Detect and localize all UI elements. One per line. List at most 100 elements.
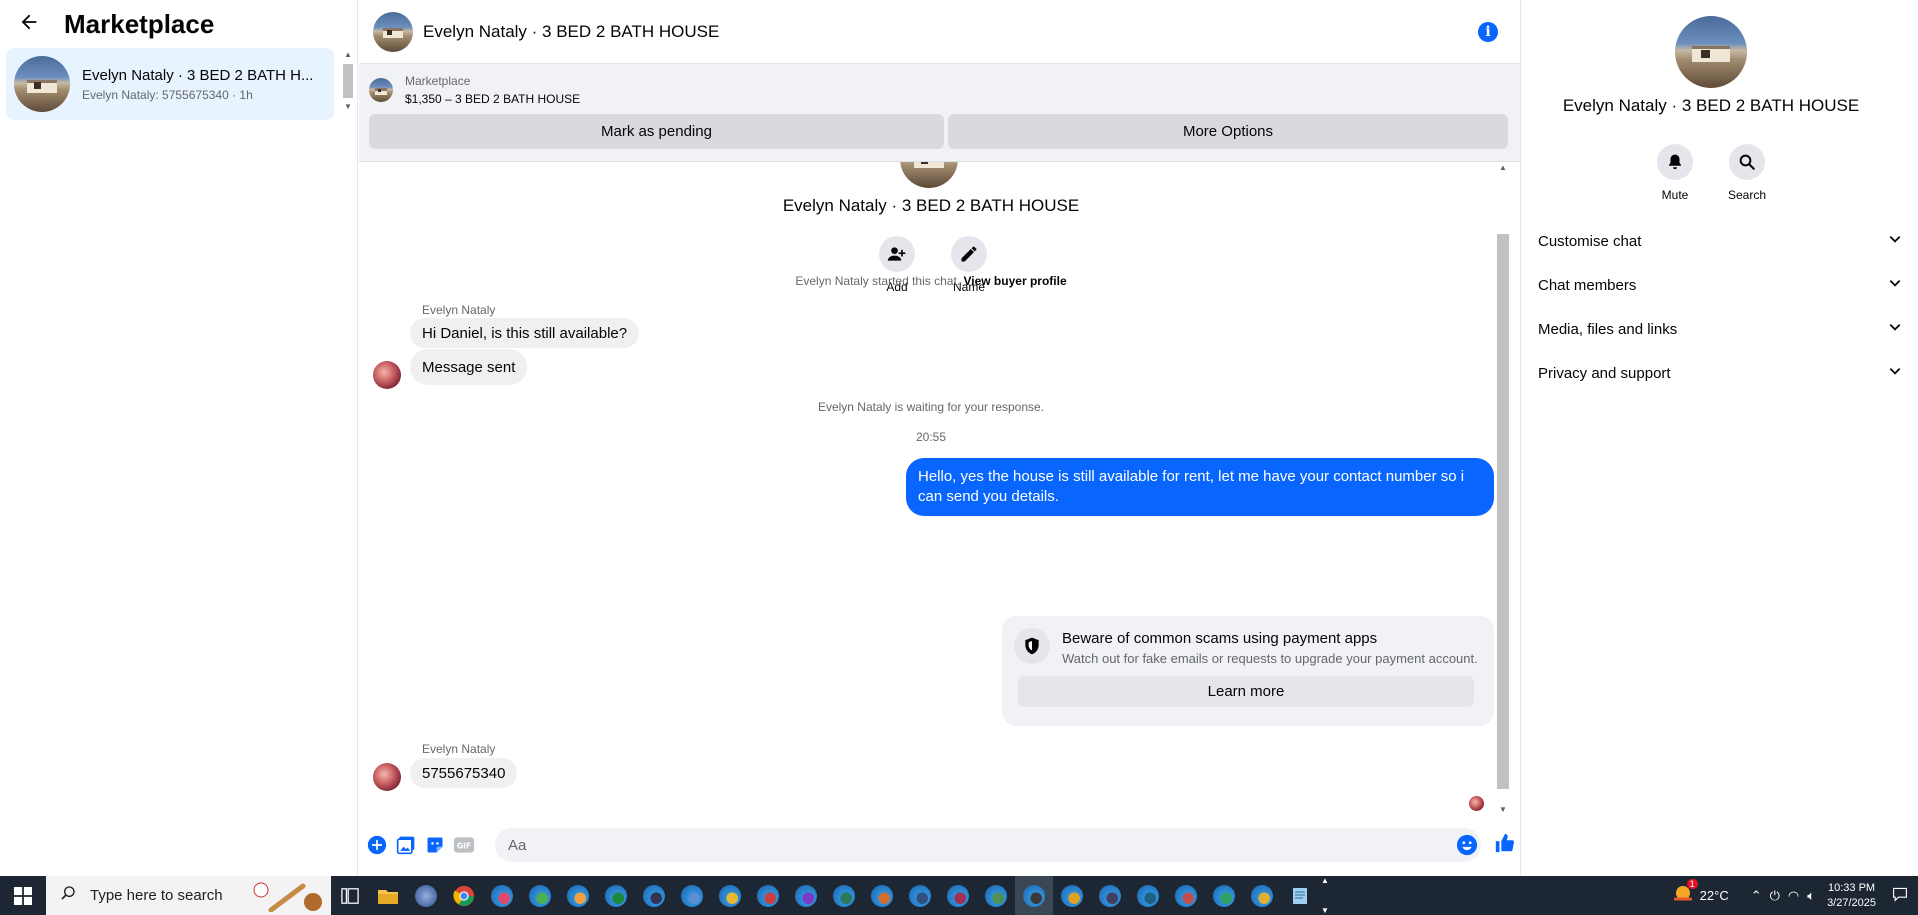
power-icon[interactable]: ⏻ bbox=[1770, 888, 1780, 904]
scroll-up-icon[interactable]: ▲ bbox=[342, 50, 354, 60]
edge-profile-icon[interactable] bbox=[635, 876, 673, 915]
edge-profile-icon[interactable] bbox=[825, 876, 863, 915]
sender-avatar[interactable] bbox=[373, 361, 401, 389]
edge-profile-icon[interactable] bbox=[863, 876, 901, 915]
notifications-icon[interactable] bbox=[1892, 886, 1908, 905]
taskbar-overflow-scroll[interactable]: ▲ ▼ bbox=[1319, 876, 1331, 915]
task-view-icon[interactable] bbox=[331, 876, 369, 915]
listing-bar: Marketplace $1,350 – 3 BED 2 BATH HOUSE … bbox=[359, 64, 1520, 162]
edge-profile-icon[interactable] bbox=[521, 876, 559, 915]
weather-icon[interactable]: 1 bbox=[1672, 879, 1698, 908]
edge-profile-icon[interactable] bbox=[483, 876, 521, 915]
sidebar-scrollbar[interactable]: ▲ ▼ bbox=[342, 50, 354, 118]
edge-profile-icon[interactable] bbox=[977, 876, 1015, 915]
sender-name: Evelyn Nataly bbox=[422, 742, 496, 756]
scroll-thumb[interactable] bbox=[1497, 234, 1509, 789]
back-arrow-icon[interactable] bbox=[18, 11, 44, 37]
incoming-message[interactable]: Hi Daniel, is this still available? bbox=[410, 318, 640, 348]
listing-thumbnail[interactable] bbox=[369, 78, 393, 102]
section-label: Chat members bbox=[1538, 276, 1637, 294]
baseball-bat-icon bbox=[251, 880, 325, 915]
intro-name: Evelyn Nataly · 3 BED 2 BATH HOUSE bbox=[782, 196, 1080, 215]
scroll-down-icon[interactable]: ▼ bbox=[1321, 906, 1329, 915]
info-avatar[interactable] bbox=[1675, 16, 1747, 88]
scroll-up-icon[interactable]: ▲ bbox=[1496, 162, 1510, 174]
bell-icon[interactable] bbox=[1657, 144, 1693, 180]
scroll-down-icon[interactable]: ▼ bbox=[342, 102, 354, 112]
conversation-list: Evelyn Nataly · 3 BED 2 BATH H... Evelyn… bbox=[0, 48, 358, 120]
sidebar-title: Marketplace bbox=[64, 8, 215, 39]
edge-profile-icon[interactable] bbox=[1091, 876, 1129, 915]
scam-description: Watch out for fake emails or requests to… bbox=[1062, 651, 1478, 666]
taskbar-search-box[interactable]: Type here to search bbox=[46, 876, 331, 915]
incoming-message[interactable]: Message sent bbox=[410, 349, 528, 385]
shield-icon bbox=[1014, 628, 1050, 664]
sticker-icon[interactable] bbox=[424, 834, 446, 856]
mute-action[interactable]: Mute bbox=[1656, 144, 1694, 202]
conversation-item[interactable]: Evelyn Nataly · 3 BED 2 BATH H... Evelyn… bbox=[6, 48, 334, 120]
edge-profile-icon[interactable] bbox=[1053, 876, 1091, 915]
scroll-down-icon[interactable]: ▼ bbox=[1496, 804, 1510, 816]
sender-avatar[interactable] bbox=[373, 763, 401, 791]
file-explorer-icon[interactable] bbox=[369, 876, 407, 915]
section-media-files-links[interactable]: Media, files and links bbox=[1538, 311, 1902, 347]
view-buyer-profile-link[interactable]: View buyer profile bbox=[963, 274, 1066, 288]
scroll-thumb[interactable] bbox=[343, 64, 353, 98]
mark-as-pending-button[interactable]: Mark as pending bbox=[369, 114, 944, 149]
section-privacy-support[interactable]: Privacy and support bbox=[1538, 355, 1902, 391]
message-input[interactable] bbox=[495, 828, 1481, 862]
chat-started-notice: Evelyn Nataly started this chat. View bu… bbox=[359, 274, 1503, 288]
search-action[interactable]: Search bbox=[1728, 144, 1766, 202]
plus-circle-icon[interactable] bbox=[366, 834, 388, 856]
edge-profile-icon[interactable] bbox=[901, 876, 939, 915]
learn-more-button[interactable]: Learn more bbox=[1018, 676, 1474, 707]
search-icon[interactable] bbox=[1729, 144, 1765, 180]
system-tray: 1 22°C ⌃ ⏻ ◠ 🔈︎ 10:33 PM 3/27/2025 bbox=[1666, 876, 1918, 915]
windows-start-icon[interactable] bbox=[0, 876, 46, 915]
edge-profile-icon[interactable] bbox=[787, 876, 825, 915]
listing-source: Marketplace bbox=[405, 74, 471, 88]
edge-profile-icon[interactable] bbox=[597, 876, 635, 915]
chat-scrollbar[interactable]: ▲ ▼ bbox=[1496, 162, 1510, 816]
edge-profile-icon[interactable] bbox=[1129, 876, 1167, 915]
thumbs-up-icon[interactable] bbox=[1494, 832, 1516, 854]
scroll-up-icon[interactable]: ▲ bbox=[1321, 876, 1329, 885]
more-options-button[interactable]: More Options bbox=[948, 114, 1508, 149]
wifi-icon[interactable]: ◠ bbox=[1788, 888, 1799, 904]
edge-profile-icon[interactable] bbox=[559, 876, 597, 915]
conversation-preview: Evelyn Nataly: 5755675340 · 1h bbox=[82, 87, 253, 102]
edge-profile-icon[interactable] bbox=[1205, 876, 1243, 915]
photo-icon[interactable] bbox=[395, 834, 417, 856]
edge-profile-icon[interactable] bbox=[1243, 876, 1281, 915]
info-icon[interactable]: i bbox=[1478, 22, 1498, 42]
add-person-icon[interactable] bbox=[879, 236, 915, 272]
edge-profile-icon[interactable] bbox=[673, 876, 711, 915]
chat-header-avatar[interactable] bbox=[373, 11, 413, 52]
edge-profile-icon[interactable] bbox=[711, 876, 749, 915]
scam-warning-card: Beware of common scams using payment app… bbox=[1002, 616, 1494, 726]
edge-profile-icon[interactable] bbox=[939, 876, 977, 915]
chat-header-title[interactable]: Evelyn Nataly · 3 BED 2 BATH HOUSE bbox=[423, 22, 719, 42]
message-composer: GIF bbox=[359, 822, 1521, 868]
listing-summary[interactable]: $1,350 – 3 BED 2 BATH HOUSE bbox=[405, 92, 580, 106]
app-icon[interactable] bbox=[407, 876, 445, 915]
section-customise-chat[interactable]: Customise chat bbox=[1538, 223, 1902, 259]
edge-profile-icon-active[interactable] bbox=[1015, 876, 1053, 915]
volume-icon[interactable]: 🔈︎ bbox=[1807, 888, 1815, 904]
clock[interactable]: 10:33 PM 3/27/2025 bbox=[1827, 881, 1876, 911]
taskbar-search-placeholder: Type here to search bbox=[90, 887, 223, 904]
section-chat-members[interactable]: Chat members bbox=[1538, 267, 1902, 303]
edge-profile-icon[interactable] bbox=[749, 876, 787, 915]
emoji-icon[interactable] bbox=[1456, 834, 1478, 856]
chevron-up-icon[interactable]: ⌃ bbox=[1751, 888, 1762, 904]
temperature[interactable]: 22°C bbox=[1700, 888, 1729, 903]
edge-profile-icon[interactable] bbox=[1167, 876, 1205, 915]
started-text: Evelyn Nataly started this chat. bbox=[795, 274, 961, 288]
outgoing-message[interactable]: Hello, yes the house is still available … bbox=[906, 458, 1494, 516]
chrome-icon[interactable] bbox=[445, 876, 483, 915]
pencil-icon[interactable] bbox=[951, 236, 987, 272]
notepad-icon[interactable] bbox=[1281, 876, 1319, 915]
listing-avatar bbox=[14, 56, 70, 112]
incoming-message[interactable]: 5755675340 bbox=[410, 758, 518, 788]
gif-icon[interactable]: GIF bbox=[453, 834, 475, 856]
